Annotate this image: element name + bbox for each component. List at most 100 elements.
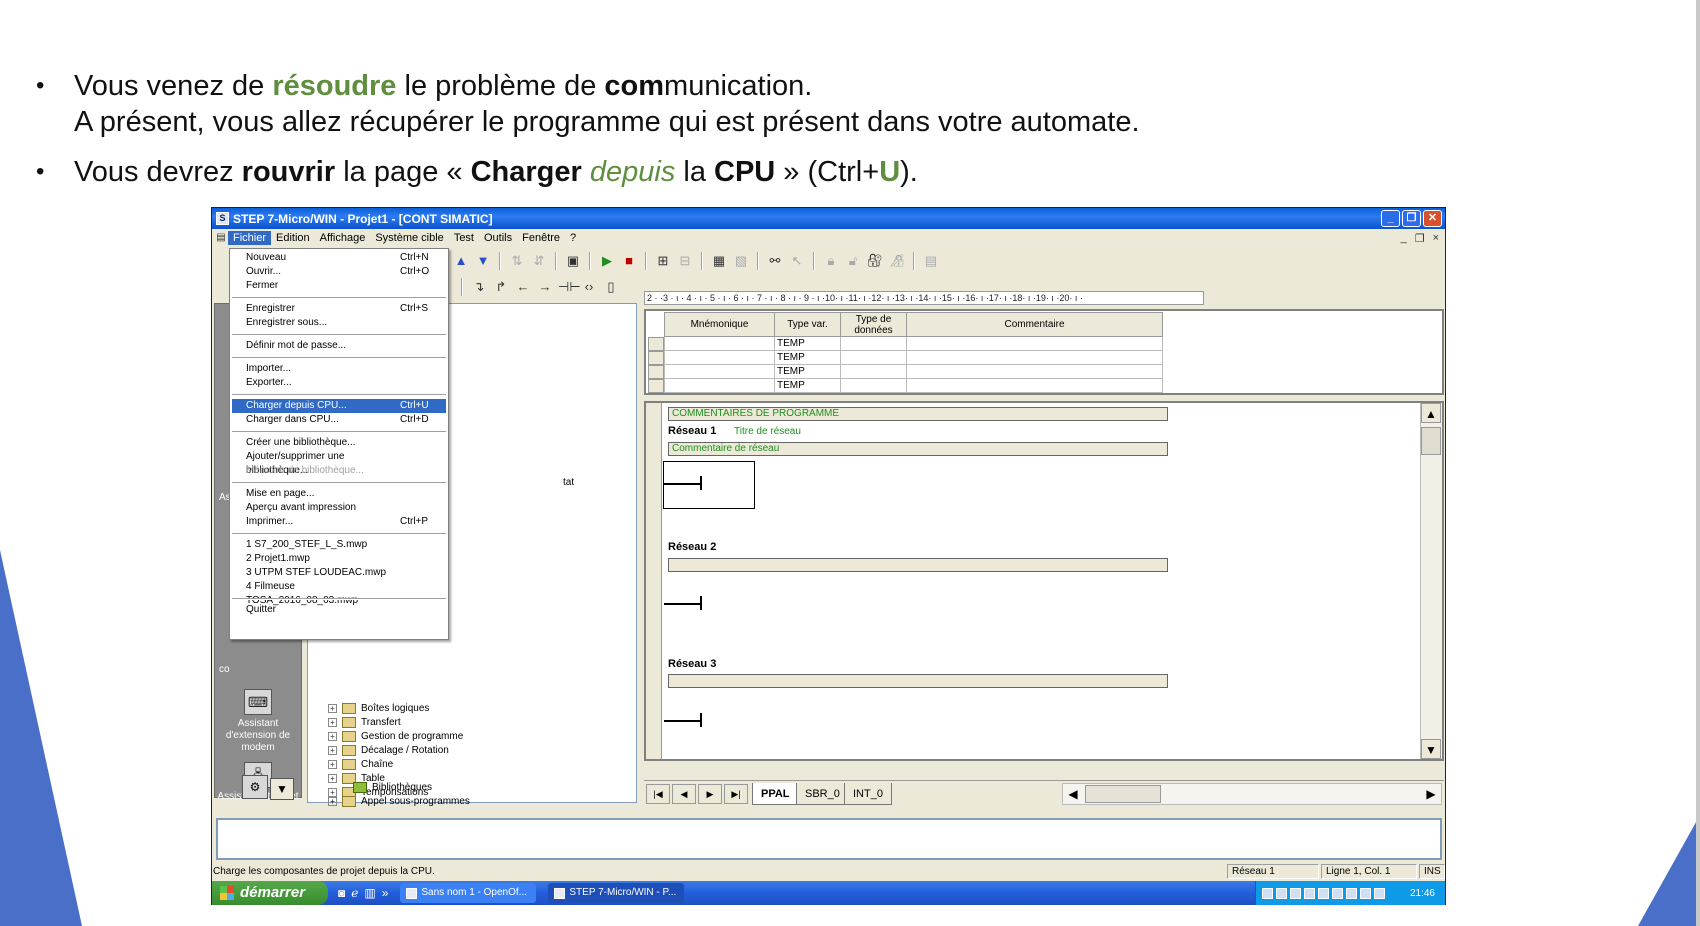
coil-icon[interactable]: ‹› (580, 278, 598, 296)
tray-antivirus-icon[interactable] (1304, 887, 1315, 899)
box-icon[interactable]: ▯ (602, 278, 620, 296)
network-1-comment[interactable]: Commentaire de réseau (668, 442, 1168, 456)
menu-systeme-cible[interactable]: Système cible (370, 231, 448, 245)
task-openoffice[interactable]: Sans nom 1 - OpenOf... (400, 883, 537, 903)
insert-line-down-icon[interactable]: ↴ (470, 278, 488, 296)
menu-item-apercu[interactable]: Aperçu avant impression (232, 501, 446, 515)
document-icon[interactable]: ▤ (214, 231, 228, 245)
browser-icon[interactable]: ℯ (351, 886, 358, 900)
horizontal-scrollbar[interactable]: ◀ ▶ (1062, 783, 1442, 805)
run-icon[interactable]: ▶ (598, 252, 616, 270)
scroll-left-icon[interactable]: ◀ (1063, 784, 1083, 804)
col-type-var[interactable]: Type var. (774, 312, 841, 337)
menu-help[interactable]: ? (565, 231, 581, 245)
mdi-close-button[interactable]: × (1433, 232, 1439, 245)
network-3-comment[interactable] (668, 674, 1168, 688)
menu-item-importer[interactable]: Importer... (232, 362, 446, 376)
chevron-right-icon[interactable]: » (382, 886, 389, 900)
tree-node[interactable]: + Transfert (328, 715, 401, 729)
minimize-button[interactable]: _ (1381, 210, 1400, 227)
expand-icon[interactable]: + (328, 731, 337, 741)
download-icon[interactable]: ▼ (474, 252, 492, 270)
menu-item-fermer[interactable]: Fermer (232, 279, 446, 293)
col-mnemonique[interactable]: Mnémonique (664, 312, 775, 337)
trend-view-icon[interactable]: ▧ (732, 252, 750, 270)
last-tab-icon[interactable]: ▶| (724, 784, 748, 804)
tab-int0[interactable]: INT_0 (844, 783, 892, 805)
tray-security-icon[interactable] (1318, 887, 1329, 899)
tray-display-icon[interactable] (1290, 887, 1301, 899)
menu-item-exporter[interactable]: Exporter... (232, 376, 446, 390)
tree-node[interactable]: + Décalage / Rotation (328, 743, 449, 757)
scroll-down-icon[interactable]: ▼ (1421, 739, 1441, 759)
pause-status-icon[interactable]: ↖ (788, 252, 806, 270)
tree-node[interactable]: + Chaîne (328, 757, 393, 771)
menu-item-imprimer[interactable]: Imprimer... Ctrl+P (232, 515, 446, 529)
tree-node[interactable]: + Appel sous-programmes (328, 796, 470, 807)
contact-icon[interactable]: ⊣⊢ (558, 278, 581, 296)
first-tab-icon[interactable]: |◀ (646, 784, 670, 804)
menu-item-ajouter-bibliotheque[interactable]: Ajouter/supprimer une bibliothèque... (232, 450, 446, 476)
start-button[interactable]: démarrer (212, 881, 328, 905)
upload-icon[interactable]: ▲ (452, 252, 470, 270)
menu-item-charger-depuis-cpu[interactable]: Charger depuis CPU... Ctrl+U (232, 399, 446, 413)
menu-item-nouveau[interactable]: Nouveau Ctrl+N (232, 251, 446, 265)
menu-item-mise-en-page[interactable]: Mise en page... (232, 487, 446, 501)
col-commentaire[interactable]: Commentaire (906, 312, 1163, 337)
menu-test[interactable]: Test (449, 231, 479, 245)
tray-chevron-icon[interactable] (1262, 887, 1273, 899)
scroll-thumb[interactable] (1421, 427, 1441, 455)
status-chart-icon[interactable]: ▦ (710, 252, 728, 270)
menu-item-enregistrer[interactable]: Enregistrer Ctrl+S (232, 302, 446, 316)
menu-affichage[interactable]: Affichage (315, 231, 371, 245)
tray-vpn-icon[interactable] (1332, 887, 1343, 899)
read-all-forced-icon[interactable]: 🔏︎ (888, 252, 906, 270)
insert-line-up-icon[interactable]: ↱ (492, 278, 510, 296)
tray-update-icon[interactable] (1360, 887, 1371, 899)
tab-sbr0[interactable]: SBR_0 (796, 783, 849, 805)
compile-all-icon[interactable]: ⊟ (676, 252, 694, 270)
stop-icon[interactable]: ■ (620, 252, 638, 270)
sort-descending-icon[interactable]: ⇵ (530, 252, 548, 270)
output-window[interactable] (216, 818, 1442, 860)
cross-reference-icon[interactable]: ▤ (922, 252, 940, 270)
menu-edition[interactable]: Edition (271, 231, 315, 245)
menu-item-recent-4[interactable]: 4 Filmeuse TOSA_2016_08_03.mwp (232, 580, 446, 606)
title-bar[interactable]: S STEP 7-Micro/WIN - Projet1 - [CONT SIM… (212, 208, 1445, 229)
menu-fenetre[interactable]: Fenêtre (517, 231, 565, 245)
tray-sync-icon[interactable] (1346, 887, 1357, 899)
mdi-minimize-button[interactable]: _ (1401, 232, 1407, 245)
tree-node[interactable]: + Gestion de programme (328, 729, 463, 743)
expand-icon[interactable]: + (328, 773, 337, 783)
menu-item-recent-2[interactable]: 2 Projet1.mwp (232, 552, 446, 566)
unforce-icon[interactable]: 🔓︎ (844, 252, 862, 270)
expand-icon[interactable]: + (328, 717, 337, 727)
menu-item-creer-bibliotheque[interactable]: Créer une bibliothèque... (232, 436, 446, 450)
expand-icon[interactable]: + (328, 703, 337, 713)
close-button[interactable]: ✕ (1423, 210, 1442, 227)
network-1-title[interactable]: Titre de réseau (734, 426, 801, 437)
menu-fichier[interactable]: Fichier (228, 231, 272, 245)
nav-scroll-down-button[interactable]: ▼ (270, 778, 294, 800)
explorer-icon[interactable]: ▥ (364, 886, 375, 900)
horizontal-scroll-thumb[interactable] (1085, 785, 1161, 803)
program-comment[interactable]: COMMENTAIRES DE PROGRAMME (668, 407, 1168, 421)
menu-item-enregistrer-sous[interactable]: Enregistrer sous... (232, 316, 446, 330)
expand-icon[interactable]: + (328, 745, 337, 755)
nav-item-modem-wizard[interactable]: ⌨ Assistant d'extension de modem (215, 689, 301, 754)
menu-item-ouvrir[interactable]: Ouvrir... Ctrl+O (232, 265, 446, 279)
tree-node[interactable]: Bibliothèques (338, 782, 432, 793)
expand-icon[interactable]: + (328, 759, 337, 769)
ladder-editor[interactable]: COMMENTAIRES DE PROGRAMME Réseau 1 Titre… (644, 401, 1444, 761)
scroll-right-icon[interactable]: ▶ (1421, 784, 1441, 804)
mdi-restore-button[interactable]: ❐ (1415, 232, 1425, 245)
network-2-comment[interactable] (668, 558, 1168, 572)
menu-item-quitter[interactable]: Quitter (232, 603, 446, 617)
next-tab-icon[interactable]: ▶ (698, 784, 722, 804)
options-icon[interactable]: ▣ (564, 252, 582, 270)
unforce-all-icon[interactable]: 🔐︎ (866, 252, 884, 270)
tab-ppal[interactable]: PPAL (752, 783, 799, 805)
insert-line-right-icon[interactable]: → (536, 278, 554, 296)
sort-ascending-icon[interactable]: ⇅ (508, 252, 526, 270)
tree-node[interactable]: + Boîtes logiques (328, 701, 429, 715)
